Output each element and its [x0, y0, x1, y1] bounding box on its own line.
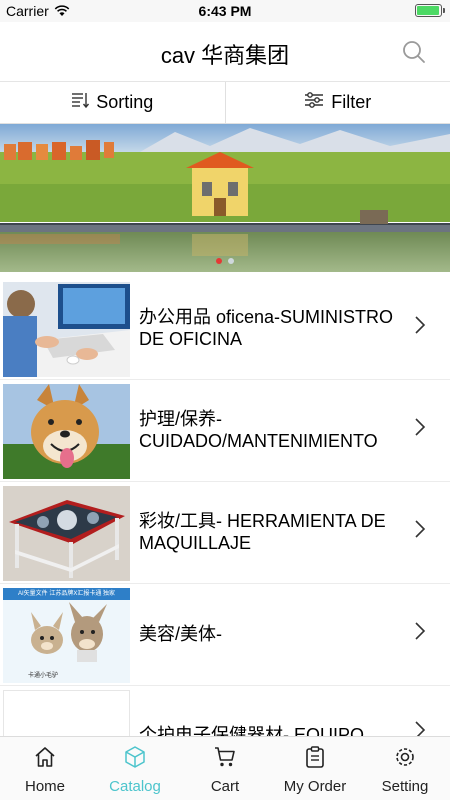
- list-item[interactable]: 护理/保养-CUIDADO/MANTENIMIENTO: [0, 380, 450, 482]
- list-item[interactable]: 办公用品 oficena-SUMINISTRO DE OFICINA: [0, 278, 450, 380]
- tab-catalog[interactable]: Catalog: [90, 737, 180, 800]
- tab-setting[interactable]: Setting: [360, 737, 450, 800]
- order-icon: [303, 745, 327, 774]
- category-label: 办公用品 oficena-SUMINISTRO DE OFICINA: [139, 307, 394, 349]
- category-label: 个护电子保健器材- EQUIPO: [139, 725, 365, 736]
- promo-banner[interactable]: [0, 124, 450, 272]
- cube-icon: [123, 745, 147, 774]
- thumb-caption-text: 卡通小毛驴: [27, 673, 58, 679]
- filter-button[interactable]: Filter: [224, 82, 450, 123]
- status-time: 6:43 PM: [198, 3, 252, 19]
- category-thumbnail: [3, 690, 130, 736]
- list-item[interactable]: AI矢量文件 江苏品牌X汇报卡通 独家 卡通小毛驴 美容/美体-: [0, 584, 450, 686]
- tab-home[interactable]: Home: [0, 737, 90, 800]
- pagination-dot-active[interactable]: [216, 258, 222, 264]
- chevron-right-icon: [414, 417, 426, 442]
- tab-label: Catalog: [109, 778, 161, 795]
- category-label: 美容/美体-: [139, 624, 222, 644]
- banner-image: [0, 124, 450, 272]
- filter-icon: [304, 91, 324, 114]
- category-label: 彩妆/工具- HERRAMIENTA DE MAQUILLAJE: [139, 511, 386, 553]
- banner-pagination: [0, 258, 450, 264]
- tab-label: Cart: [210, 778, 240, 795]
- sort-icon: [71, 91, 90, 114]
- search-icon[interactable]: [402, 40, 426, 64]
- chevron-right-icon: [414, 519, 426, 544]
- tab-label: Home: [24, 778, 65, 795]
- chevron-right-icon: [414, 621, 426, 646]
- sort-filter-bar: Sorting Filter: [0, 82, 450, 124]
- thumb-banner-text: AI矢量文件 江苏品牌X汇报卡通 独家: [3, 588, 130, 600]
- tab-label: My Order: [283, 778, 347, 795]
- tab-label: Setting: [381, 778, 429, 795]
- category-thumbnail: [3, 384, 130, 479]
- app-header: cav 华商集团: [0, 22, 450, 82]
- status-bar: Carrier 6:43 PM: [0, 0, 450, 22]
- filter-label: Filter: [331, 92, 372, 112]
- pagination-dot[interactable]: [228, 258, 234, 264]
- category-list: 办公用品 oficena-SUMINISTRO DE OFICINA 护理/保养…: [0, 278, 450, 736]
- bottom-tab-bar: Home Catalog Cart My Order Setting: [0, 736, 450, 800]
- battery-icon: [415, 4, 445, 17]
- tab-my-order[interactable]: My Order: [270, 737, 360, 800]
- home-icon: [33, 745, 57, 774]
- tab-cart[interactable]: Cart: [180, 737, 270, 800]
- category-thumbnail: [3, 282, 130, 377]
- sorting-button[interactable]: Sorting: [0, 82, 225, 123]
- category-label: 护理/保养-CUIDADO/MANTENIMIENTO: [139, 409, 378, 451]
- list-item[interactable]: 个护电子保健器材- EQUIPO: [0, 686, 450, 736]
- sorting-label: Sorting: [96, 92, 154, 112]
- cart-icon: [213, 745, 237, 774]
- gear-icon: [393, 745, 417, 774]
- chevron-right-icon: [414, 720, 426, 736]
- chevron-right-icon: [414, 315, 426, 340]
- category-thumbnail: [3, 486, 130, 581]
- page-title: cav 华商集团: [160, 43, 290, 68]
- category-thumbnail: AI矢量文件 江苏品牌X汇报卡通 独家 卡通小毛驴: [3, 588, 130, 683]
- list-item[interactable]: 彩妆/工具- HERRAMIENTA DE MAQUILLAJE: [0, 482, 450, 584]
